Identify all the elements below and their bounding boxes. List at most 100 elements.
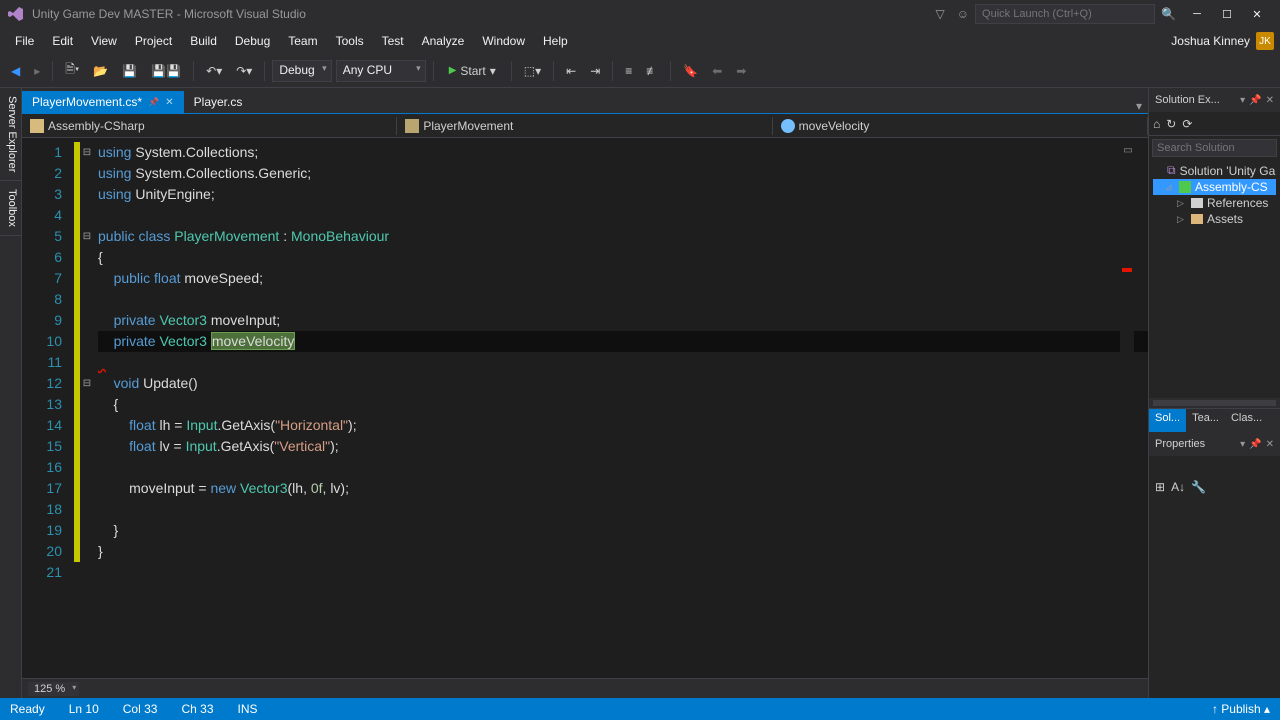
- menu-tools[interactable]: Tools: [327, 30, 373, 52]
- alpha-button[interactable]: A↓: [1171, 480, 1185, 494]
- status-ch: Ch 33: [181, 702, 213, 716]
- nav-class[interactable]: PlayerMovement: [397, 117, 772, 135]
- search-icon[interactable]: 🔍: [1161, 7, 1176, 21]
- tab-label: Player.cs: [194, 95, 243, 109]
- vs-logo-icon: [8, 6, 24, 22]
- properties-header: Properties ▾ 📌 ✕: [1149, 432, 1280, 456]
- close-icon[interactable]: ✕: [1266, 439, 1274, 450]
- config-combo[interactable]: Debug: [272, 60, 331, 82]
- split-toggle-icon[interactable]: ▭: [1122, 140, 1134, 152]
- code-editor[interactable]: 123456789101112131415161718192021 ⊟⊟⊟ us…: [22, 138, 1148, 678]
- nav-back-button[interactable]: ◀: [6, 61, 25, 81]
- panel-title: Solution Ex...: [1155, 94, 1236, 106]
- field-icon: [781, 119, 795, 133]
- play-icon: ▶: [449, 65, 457, 76]
- solution-search: [1149, 136, 1280, 160]
- solution-search-input[interactable]: [1152, 139, 1277, 157]
- solution-tree[interactable]: ⧉Solution 'Unity Ga⊿Assembly-CS▷Referenc…: [1149, 160, 1280, 398]
- toolbox-tab[interactable]: Toolbox: [0, 181, 21, 236]
- server-explorer-tab[interactable]: Server Explorer: [0, 88, 21, 181]
- bookmark-button[interactable]: 🔖: [678, 61, 703, 81]
- menu-build[interactable]: Build: [181, 30, 226, 52]
- open-file-button[interactable]: 📂: [88, 61, 113, 81]
- error-scrollbar[interactable]: ▭: [1120, 138, 1134, 678]
- new-project-button[interactable]: 🗎▾: [60, 57, 84, 84]
- tab-team[interactable]: Tea...: [1186, 409, 1225, 432]
- tab-solution[interactable]: Sol...: [1149, 409, 1186, 432]
- uncomment-button[interactable]: ≢: [641, 61, 663, 81]
- menu-debug[interactable]: Debug: [226, 30, 279, 52]
- solution-explorer-bottom-tabs: Sol... Tea... Clas...: [1149, 408, 1280, 432]
- indent-less-button[interactable]: ⇤: [561, 61, 581, 81]
- tree-node[interactable]: ⊿Assembly-CS: [1153, 179, 1276, 195]
- close-button[interactable]: ✕: [1242, 8, 1272, 21]
- undo-button[interactable]: ↶▾: [201, 61, 227, 81]
- status-line: Ln 10: [69, 702, 99, 716]
- outlining-margin[interactable]: ⊟⊟⊟: [80, 138, 94, 678]
- nav-forward-button[interactable]: ▸: [29, 61, 45, 81]
- prev-bookmark-button[interactable]: ⬅: [707, 61, 727, 81]
- menu-analyze[interactable]: Analyze: [413, 30, 474, 52]
- next-bookmark-button[interactable]: ➡: [731, 61, 751, 81]
- feedback-icon[interactable]: ☺: [957, 7, 969, 21]
- menu-test[interactable]: Test: [373, 30, 413, 52]
- tab-label: PlayerMovement.cs*: [32, 95, 142, 109]
- tree-node[interactable]: ▷References: [1153, 195, 1276, 211]
- code-text[interactable]: using System.Collections;using System.Co…: [94, 138, 1148, 678]
- user-avatar[interactable]: JK: [1256, 32, 1274, 50]
- props-wrench-icon[interactable]: 🔧: [1191, 480, 1206, 494]
- nav-member[interactable]: moveVelocity: [773, 117, 1148, 135]
- menu-edit[interactable]: Edit: [43, 30, 82, 52]
- sync-button[interactable]: ⟳: [1182, 117, 1192, 131]
- notifications-icon[interactable]: ▽: [936, 7, 945, 21]
- nav-project[interactable]: Assembly-CSharp: [22, 117, 397, 135]
- maximize-button[interactable]: ☐: [1212, 8, 1242, 21]
- tab-overflow-button[interactable]: ▾: [1130, 99, 1148, 113]
- pin-icon[interactable]: 📌: [148, 97, 159, 108]
- statusbar: Ready Ln 10 Col 33 Ch 33 INS ↑ Publish ▴: [0, 698, 1280, 720]
- zoom-combo[interactable]: 125 %: [28, 682, 79, 696]
- horizontal-scrollbar[interactable]: [1153, 400, 1276, 406]
- tab-playermovement[interactable]: PlayerMovement.cs* 📌 ✕: [22, 91, 184, 113]
- collapse-button[interactable]: ↻: [1166, 117, 1176, 131]
- pin-icon[interactable]: 📌: [1249, 439, 1261, 450]
- save-button[interactable]: 💾: [117, 61, 142, 81]
- panel-menu-icon[interactable]: ▾: [1240, 439, 1245, 450]
- status-ready: Ready: [10, 702, 45, 716]
- categorize-button[interactable]: ⊞: [1155, 480, 1165, 494]
- panel-title: Properties: [1155, 438, 1236, 450]
- user-name[interactable]: Joshua Kinney: [1171, 34, 1250, 48]
- home-button[interactable]: ⌂: [1153, 117, 1160, 131]
- quick-launch-input[interactable]: [975, 4, 1155, 24]
- indent-more-button[interactable]: ⇥: [585, 61, 605, 81]
- redo-button[interactable]: ↷▾: [231, 61, 257, 81]
- menu-team[interactable]: Team: [279, 30, 326, 52]
- window-title: Unity Game Dev MASTER - Microsoft Visual…: [32, 7, 306, 21]
- error-marker[interactable]: [1122, 268, 1132, 272]
- csharp-project-icon: [30, 119, 44, 133]
- menu-project[interactable]: Project: [126, 30, 181, 52]
- tab-class[interactable]: Clas...: [1225, 409, 1268, 432]
- close-icon[interactable]: ✕: [1266, 95, 1274, 106]
- save-all-button[interactable]: 💾💾: [146, 61, 186, 81]
- publish-button[interactable]: ↑ Publish ▴: [1212, 702, 1270, 716]
- code-navbar: Assembly-CSharp PlayerMovement moveVeloc…: [22, 114, 1148, 138]
- comment-button[interactable]: ≡: [620, 61, 637, 81]
- editor-area: PlayerMovement.cs* 📌 ✕ Player.cs ▾ Assem…: [22, 88, 1148, 698]
- panel-menu-icon[interactable]: ▾: [1240, 95, 1245, 106]
- step-button[interactable]: ⬚▾: [519, 61, 546, 81]
- menubar: File Edit View Project Build Debug Team …: [0, 28, 1280, 54]
- tree-node[interactable]: ▷Assets: [1153, 211, 1276, 227]
- menu-view[interactable]: View: [82, 30, 126, 52]
- menu-window[interactable]: Window: [473, 30, 534, 52]
- tab-player[interactable]: Player.cs: [184, 91, 253, 113]
- menu-file[interactable]: File: [6, 30, 43, 52]
- start-button[interactable]: ▶Start ▾: [441, 62, 504, 80]
- tree-node[interactable]: ⧉Solution 'Unity Ga: [1153, 162, 1276, 179]
- minimize-button[interactable]: ─: [1182, 8, 1212, 20]
- menu-help[interactable]: Help: [534, 30, 577, 52]
- toolbar: ◀ ▸ 🗎▾ 📂 💾 💾💾 ↶▾ ↷▾ Debug Any CPU ▶Start…: [0, 54, 1280, 88]
- pin-icon[interactable]: 📌: [1249, 95, 1261, 106]
- close-icon[interactable]: ✕: [165, 97, 173, 108]
- platform-combo[interactable]: Any CPU: [336, 60, 426, 82]
